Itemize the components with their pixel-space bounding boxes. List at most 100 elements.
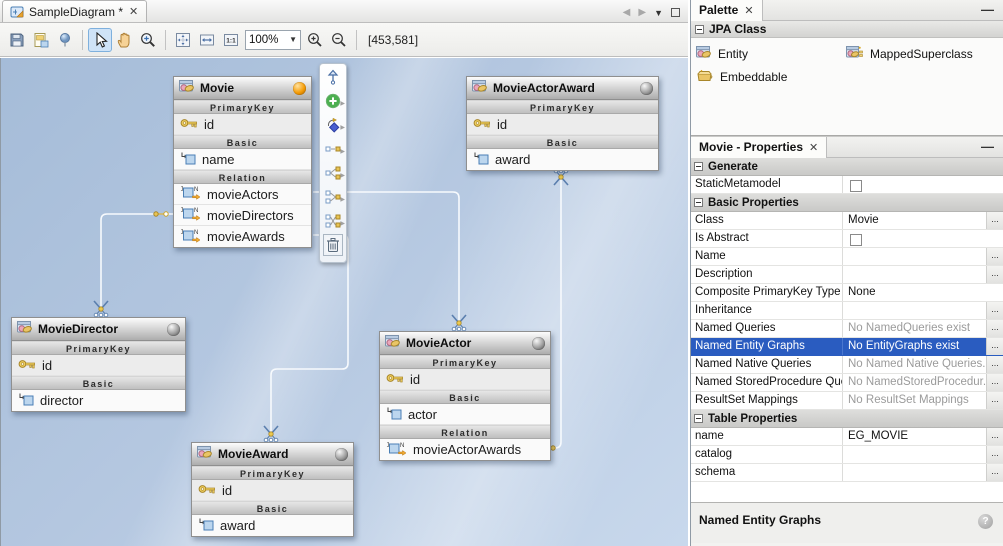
property-row-named-native-queries[interactable]: Named Native Queries No Named Native Quer… [691, 356, 1003, 374]
attribute-movieActors[interactable]: 1 N movieActors [174, 184, 311, 205]
attribute-director[interactable]: director [12, 390, 185, 411]
attribute-id[interactable]: id [192, 480, 353, 501]
property-row-description[interactable]: Description... [691, 266, 1003, 284]
zoom-level-select[interactable]: 100% ▼ [245, 29, 301, 50]
ellipsis-button[interactable]: ... [986, 266, 1003, 283]
connector-movie-moviedirector[interactable] [100, 213, 173, 310]
zoom-in-button[interactable] [303, 28, 327, 52]
pan-tool-button[interactable] [112, 28, 136, 52]
property-value[interactable]: No NamedQueries exist [843, 320, 986, 337]
maximize-icon[interactable] [671, 8, 680, 17]
property-row-named-queries[interactable]: Named Queries No NamedQueries exist... [691, 320, 1003, 338]
checkbox[interactable] [850, 234, 862, 246]
property-row-staticmetamodel[interactable]: StaticMetamodel [691, 176, 1003, 194]
fit-width-button[interactable] [195, 28, 219, 52]
attribute-movieAwards[interactable]: 1 N movieAwards [174, 226, 311, 247]
entity-header[interactable]: Movie [174, 77, 311, 100]
entity-header[interactable]: MovieAward [192, 443, 353, 466]
pin-button[interactable] [320, 67, 346, 91]
collapse-icon[interactable] [694, 198, 703, 207]
palette-item-embeddable[interactable]: Embeddable [691, 65, 841, 88]
fit-diagram-button[interactable] [171, 28, 195, 52]
close-icon[interactable]: ✕ [744, 4, 753, 17]
actual-size-button[interactable]: 1:1 [219, 28, 243, 52]
ellipsis-button[interactable]: ... [986, 446, 1003, 463]
ellipsis-button[interactable]: ... [986, 428, 1003, 445]
property-value[interactable]: No Named Native Queries... [843, 356, 986, 373]
minimize-icon[interactable]: — [981, 3, 1003, 16]
save-button[interactable] [5, 28, 29, 52]
attribute-actor[interactable]: actor [380, 404, 550, 425]
properties-section-table-properties[interactable]: Table Properties [691, 410, 1003, 428]
collapse-icon[interactable] [695, 24, 704, 34]
property-value[interactable] [843, 176, 1003, 193]
property-row-name[interactable]: Name... [691, 248, 1003, 266]
property-value[interactable]: No EntityGraphs exist [843, 338, 986, 355]
tab-movie-properties[interactable]: Movie - Properties ✕ [691, 136, 828, 158]
attribute-id[interactable]: id [467, 114, 658, 135]
checkbox[interactable] [850, 180, 862, 192]
property-row-composite-primarykey-type[interactable]: Composite PrimaryKey Type None [691, 284, 1003, 302]
property-row-named-storedprocedure-querie[interactable]: Named StoredProcedure QuerieNo NamedStor… [691, 374, 1003, 392]
property-value[interactable] [843, 446, 986, 463]
palette-group-jpa-class[interactable]: JPA Class [691, 21, 1003, 38]
property-row-catalog[interactable]: catalog... [691, 446, 1003, 464]
palette-item-entity[interactable]: Entity [691, 42, 841, 65]
attribute-name[interactable]: name [174, 149, 311, 170]
zoom-out-button[interactable] [327, 28, 351, 52]
attribute-id[interactable]: id [12, 355, 185, 376]
property-row-resultset-mappings[interactable]: ResultSet Mappings No ResultSet Mappings.… [691, 392, 1003, 410]
close-icon[interactable]: ✕ [128, 5, 139, 18]
entity-movieaward[interactable]: MovieAward PrimaryKey id Basic award [191, 442, 354, 537]
property-row-schema[interactable]: schema... [691, 464, 1003, 482]
property-value[interactable] [843, 302, 986, 319]
property-value[interactable] [843, 464, 986, 481]
entity-movie[interactable]: Movie PrimaryKey id Basic name Relation 1 Nmovi… [173, 76, 312, 248]
one-to-one-button[interactable]: ▶ [320, 139, 346, 163]
property-value[interactable]: Movie [843, 212, 986, 229]
close-icon[interactable]: ✕ [809, 141, 818, 154]
many-to-one-button[interactable]: ▶ [320, 187, 346, 211]
collapse-icon[interactable] [694, 414, 703, 423]
minimize-icon[interactable]: — [981, 140, 1003, 153]
tab-list-icon[interactable]: ▼ [654, 8, 663, 18]
ellipsis-button[interactable]: ... [986, 302, 1003, 319]
connector-movie-movieaward[interactable] [270, 234, 349, 434]
property-row-name[interactable]: name EG_MOVIE... [691, 428, 1003, 446]
entity-header[interactable]: MovieDirector [12, 318, 185, 341]
attribute-id[interactable]: id [380, 369, 550, 390]
ellipsis-button[interactable]: ... [986, 392, 1003, 409]
attribute-movieDirectors[interactable]: 1 N movieDirectors [174, 205, 311, 226]
link-button[interactable]: ▶ [320, 115, 346, 139]
attribute-movieActorAwards[interactable]: 1 N movieActorAwards [380, 439, 550, 460]
entity-header[interactable]: MovieActorAward [467, 77, 658, 100]
property-value[interactable]: No ResultSet Mappings [843, 392, 986, 409]
property-row-inheritance[interactable]: Inheritance... [691, 302, 1003, 320]
tab-sample-diagram[interactable]: SampleDiagram * ✕ [2, 0, 148, 22]
ellipsis-button[interactable]: ... [986, 356, 1003, 373]
hints-button[interactable] [53, 28, 77, 52]
property-value[interactable] [843, 248, 986, 265]
many-to-many-button[interactable]: ▶ [320, 211, 346, 235]
properties-section-generate[interactable]: Generate [691, 158, 1003, 176]
ellipsis-button[interactable]: ... [986, 464, 1003, 481]
ellipsis-button[interactable]: ... [986, 212, 1003, 229]
property-row-named-entity-graphs[interactable]: Named Entity Graphs No EntityGraphs exist… [691, 338, 1003, 356]
delete-button[interactable] [320, 233, 346, 259]
select-tool-button[interactable] [88, 27, 112, 52]
add-attribute-button[interactable]: ▶ [320, 91, 346, 115]
ellipsis-button[interactable]: ... [986, 338, 1003, 355]
entity-movieactoraward[interactable]: MovieActorAward PrimaryKey id Basic award [466, 76, 659, 171]
diagram-canvas[interactable]: Movie PrimaryKey id Basic name Relation 1 Nmovi… [0, 58, 688, 546]
attribute-award[interactable]: award [467, 149, 658, 170]
property-value[interactable] [843, 230, 1003, 247]
collapse-icon[interactable] [694, 162, 703, 171]
connector-movieactor-movieactoraward[interactable] [551, 178, 562, 449]
property-value[interactable]: No NamedStoredProcedur... [843, 374, 986, 391]
entity-movieactor[interactable]: MovieActor PrimaryKey id Basic actor Relation… [379, 331, 551, 461]
property-value[interactable]: None [843, 284, 1003, 301]
properties-section-basic-properties[interactable]: Basic Properties [691, 194, 1003, 212]
next-tab-icon[interactable]: ▶ [638, 7, 646, 18]
property-row-is-abstract[interactable]: Is Abstract [691, 230, 1003, 248]
one-to-many-button[interactable]: ▶ [320, 163, 346, 187]
